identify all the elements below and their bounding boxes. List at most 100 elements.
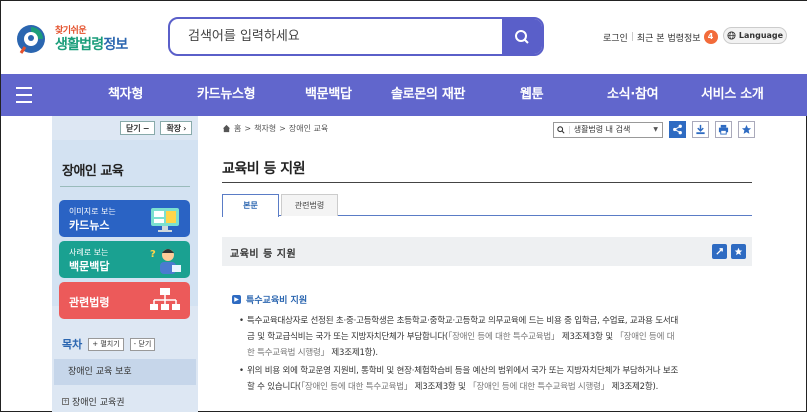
- breadcrumb: 홈 > 책자형 > 장애인 교육: [222, 123, 328, 134]
- sidebar-expand-button[interactable]: 확장 ›: [160, 121, 193, 135]
- toc-collapse-button[interactable]: - 닫기: [129, 337, 156, 351]
- share-button[interactable]: [669, 121, 686, 138]
- page-title: 교육비 등 지원: [222, 161, 306, 177]
- star-icon: [734, 247, 743, 256]
- language-label: Language: [738, 31, 784, 40]
- law-link[interactable]: 「장애인 등에 대한 특수교육법」: [448, 332, 560, 342]
- chevron-down-icon: ▼: [653, 126, 658, 133]
- sub-heading-label: 특수교육비 지원: [246, 296, 308, 306]
- main-nav: 책자형 카드뉴스형 백문백답 솔로몬의 재판 웹툰 소식·참여 서비스 소개: [1, 74, 807, 116]
- bullet: •: [239, 366, 244, 376]
- toc-header: 목차 + 펼치기 - 닫기: [62, 336, 156, 352]
- toc-title: 목차: [62, 338, 83, 351]
- logo-text-part1: 생활법령: [55, 37, 104, 53]
- nav-item-news[interactable]: 소식·참여: [607, 74, 659, 116]
- link-button[interactable]: [712, 244, 727, 259]
- download-icon: [696, 124, 705, 135]
- section-bookmark-button[interactable]: [731, 244, 746, 259]
- card-title: 카드뉴스: [69, 219, 110, 232]
- breadcrumb-sep: >: [279, 124, 286, 133]
- logo-mark-icon: [17, 25, 45, 54]
- para2-line1: 위의 비용 외에 학교운영 지원비, 통학비 및 현장·체험학습비 등을 예산의…: [247, 366, 679, 376]
- search-input[interactable]: [170, 19, 502, 54]
- law-link[interactable]: 「장애인 등에 대한 특수교육법」: [301, 382, 413, 392]
- sub-heading: ▶ 특수교육비 지원: [232, 293, 307, 306]
- breadcrumb-home[interactable]: 홈: [234, 123, 241, 134]
- para1-line1: 특수교육대상자로 선정된 초·중·고등학생은 초등학교·중학교·고등학교 의무교…: [247, 316, 679, 326]
- sidebar: 닫기 − 확장 › 장애인 교육 이미지로 보는 카드뉴스 사례로 보는 백문백답 …: [52, 116, 198, 412]
- select-separator: |: [568, 125, 571, 134]
- top-links: 로그인 | 최근 본 법령정보 4: [603, 30, 718, 44]
- section-header: 교육비 등 지원: [222, 237, 752, 266]
- cardnews-card[interactable]: 이미지로 보는 카드뉴스: [59, 200, 190, 237]
- in-law-search-label: 생활법령 내 검색: [573, 125, 631, 134]
- main-content: 홈 > 책자형 > 장애인 교육 | 생활법령 내 검색 ▼ 교육비 등 지원 …: [222, 116, 755, 412]
- divider: [60, 186, 190, 187]
- in-law-search-select[interactable]: | 생활법령 내 검색 ▼: [553, 121, 663, 138]
- thinking-person-icon: ?: [150, 249, 181, 274]
- divider: |: [630, 32, 634, 42]
- related-laws-card[interactable]: 관련법령: [59, 282, 190, 319]
- toc-expand-button[interactable]: + 펼치기: [88, 337, 124, 351]
- sidebar-collapse-label: 닫기: [126, 123, 141, 133]
- para2-line2c: 제3조제2항).: [609, 382, 659, 392]
- recent-count-badge: 4: [703, 30, 718, 44]
- law-link[interactable]: 한 특수교육법 시행령」: [247, 348, 329, 358]
- link-icon: [716, 248, 723, 255]
- paragraph: • 특수교육대상자로 선정된 초·중·고등학생은 초등학교·중학교·고등학교 의…: [239, 313, 747, 361]
- toc-item[interactable]: + 장애인 교육권: [62, 395, 125, 408]
- nav-item-qa[interactable]: 백문백답: [305, 74, 352, 116]
- recent-laws-link[interactable]: 최근 본 법령정보: [637, 31, 701, 44]
- bookmark-button[interactable]: [738, 121, 755, 138]
- chevron-right-icon: ›: [183, 123, 187, 133]
- download-button[interactable]: [692, 121, 709, 138]
- home-icon: [222, 124, 231, 133]
- nav-item-webtoon[interactable]: 웹툰: [520, 74, 544, 116]
- nav-item-trial[interactable]: 솔로몬의 재판: [391, 74, 465, 116]
- sidebar-title-box: 장애인 교육 이미지로 보는 카드뉴스 사례로 보는 백문백답 ? 관련법령: [52, 140, 198, 319]
- sidebar-controls: 닫기 − 확장 ›: [120, 121, 193, 135]
- divider: [222, 182, 752, 183]
- search-button[interactable]: [502, 19, 542, 54]
- bullet: •: [239, 316, 244, 326]
- law-link[interactable]: 「장애인 등에 대: [615, 332, 674, 342]
- sidebar-collapse-button[interactable]: 닫기 −: [120, 121, 156, 135]
- svg-text:?: ?: [150, 249, 156, 260]
- nav-item-cardnews[interactable]: 카드뉴스형: [197, 74, 256, 116]
- menu-icon[interactable]: [16, 87, 34, 103]
- paragraph: • 위의 비용 외에 학교운영 지원비, 통학비 및 현장·체험학습비 등을 예…: [239, 363, 747, 395]
- content-tabs: 본문 관련법령: [222, 194, 752, 217]
- site-logo[interactable]: 찾기쉬운 생활법령정보: [15, 21, 133, 57]
- breadcrumb-sep: >: [244, 124, 252, 133]
- search-icon: [515, 29, 529, 44]
- breadcrumb-current[interactable]: 장애인 교육: [289, 123, 328, 134]
- nav-item-about[interactable]: 서비스 소개: [701, 74, 764, 116]
- tab-main-text[interactable]: 본문: [222, 194, 279, 217]
- para1-line2b: 제3조제3항 및: [559, 332, 616, 342]
- login-link[interactable]: 로그인: [603, 31, 628, 44]
- star-icon: [741, 124, 752, 134]
- sidebar-expand-label: 확장: [166, 123, 182, 133]
- language-button[interactable]: Language: [723, 27, 787, 44]
- toc-item[interactable]: 장애인 교육 보호: [54, 359, 196, 385]
- breadcrumb-booklet[interactable]: 책자형: [254, 123, 276, 134]
- share-icon: [673, 124, 682, 135]
- card-subtitle: 이미지로 보는: [69, 207, 116, 216]
- law-link[interactable]: 「장애인 등에 대한 특수교육법 시행령」: [468, 382, 609, 392]
- section-title: 교육비 등 지원: [230, 249, 297, 260]
- hierarchy-icon: [150, 288, 180, 310]
- qa-card[interactable]: 사례로 보는 백문백답 ?: [59, 241, 190, 278]
- tab-related-laws[interactable]: 관련법령: [281, 194, 338, 216]
- para2-line2b: 제3조제3항 및: [412, 382, 469, 392]
- search-icon: [557, 125, 565, 134]
- content-toolbar: | 생활법령 내 검색 ▼: [553, 121, 755, 138]
- header: 찾기쉬운 생활법령정보 로그인 | 최근 본 법령정보 4 Language: [1, 1, 807, 74]
- globe-icon: [727, 31, 736, 40]
- plus-icon: +: [62, 398, 69, 405]
- print-button[interactable]: [715, 121, 732, 138]
- para2-line2a: 할 수 있습니다(: [247, 382, 301, 392]
- sidebar-title: 장애인 교육: [62, 164, 124, 179]
- nav-item-booklet[interactable]: 책자형: [108, 74, 143, 116]
- logo-text: 생활법령정보: [55, 34, 128, 54]
- search-box: [168, 17, 544, 56]
